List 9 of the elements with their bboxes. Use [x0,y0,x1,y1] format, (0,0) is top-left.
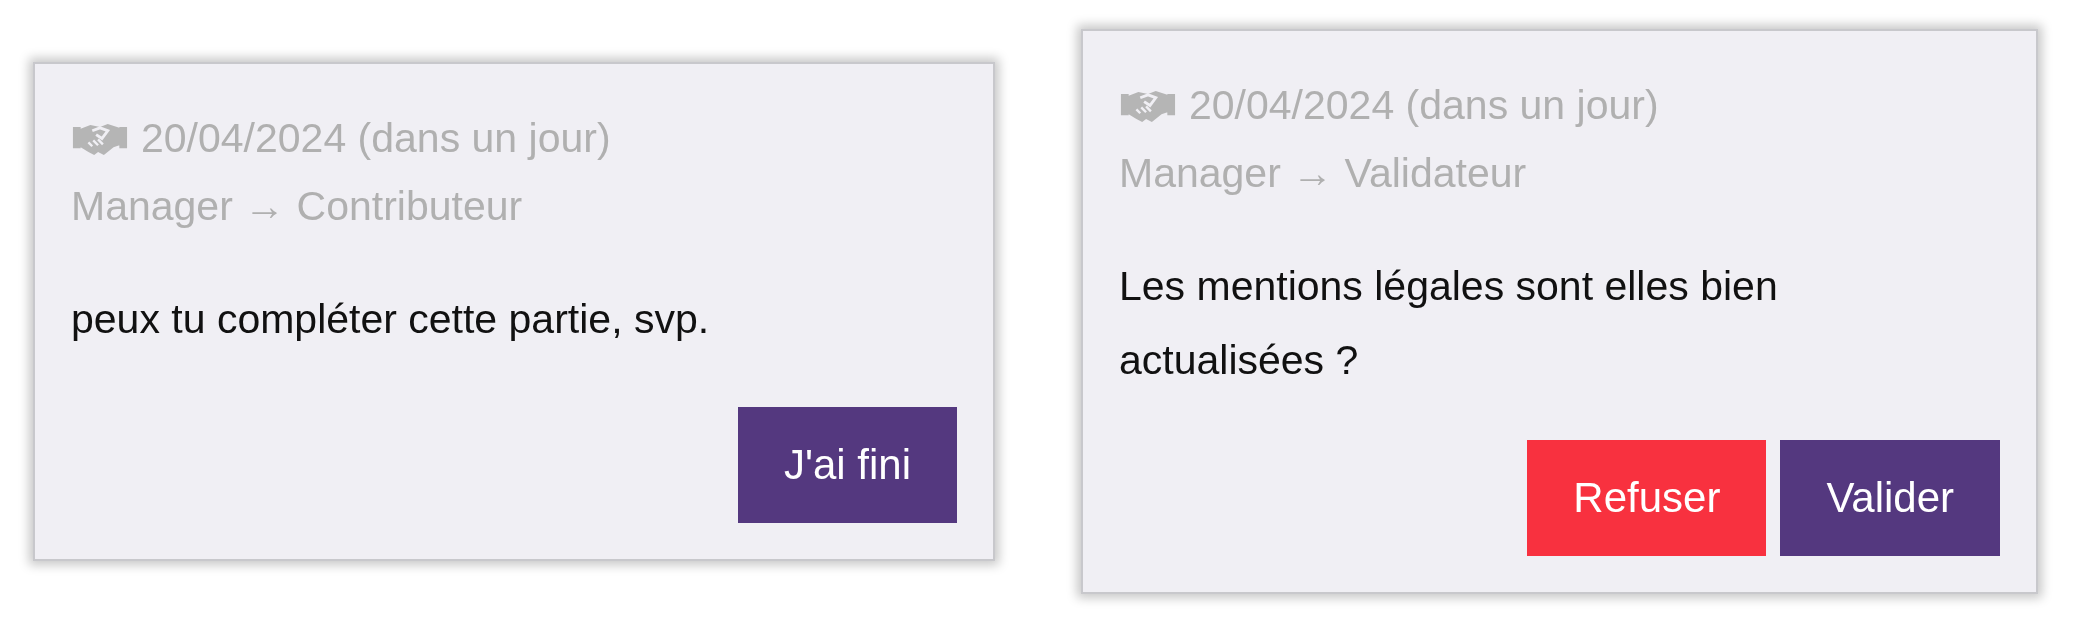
task-message: Les mentions légales sont elles bien actualisées ? [1119,262,1779,385]
task-message: peux tu compléter cette partie, svp. [71,295,711,344]
due-date: 20/04/2024 (dans un jour) [1189,81,1659,130]
action-button[interactable]: Refuser [1527,440,1767,556]
action-button[interactable]: Valider [1780,440,2000,556]
due-date: 20/04/2024 (dans un jour) [141,114,611,163]
role-transition: Manager → Validateur [1119,149,1528,198]
action-button[interactable]: J'ai fini [737,407,957,523]
role-transition: Manager → Contributeur [71,182,524,231]
